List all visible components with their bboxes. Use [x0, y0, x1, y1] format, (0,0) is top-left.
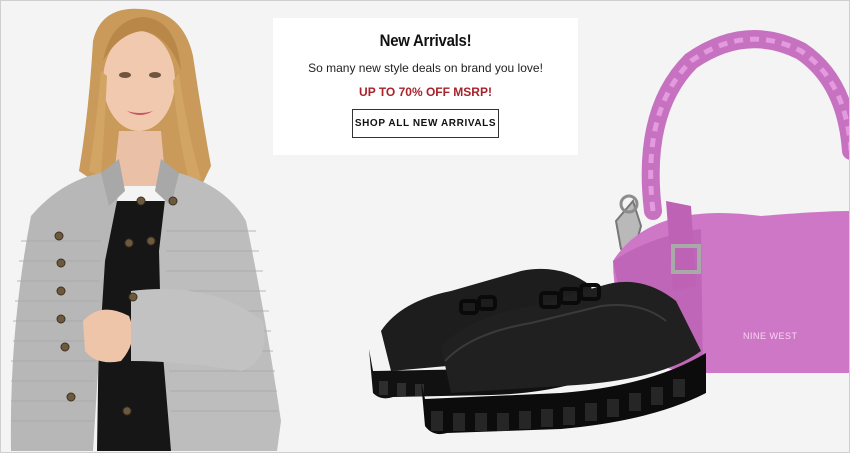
shop-all-new-arrivals-button[interactable]: SHOP ALL NEW ARRIVALS [352, 109, 499, 138]
handbag-brand-label: NINE WEST [743, 331, 798, 341]
promo-deal-text: UP TO 70% OFF MSRP! [359, 85, 492, 99]
hero-banner[interactable]: NINE WEST New Arrivals! So many new styl… [0, 0, 850, 453]
model-jacket-image[interactable] [10, 8, 281, 451]
loafers-image[interactable] [369, 268, 706, 435]
promo-title: New Arrivals! [379, 31, 472, 50]
promo-card: New Arrivals! So many new style deals on… [273, 18, 578, 155]
promo-subtitle: So many new style deals on brand you lov… [308, 61, 543, 75]
